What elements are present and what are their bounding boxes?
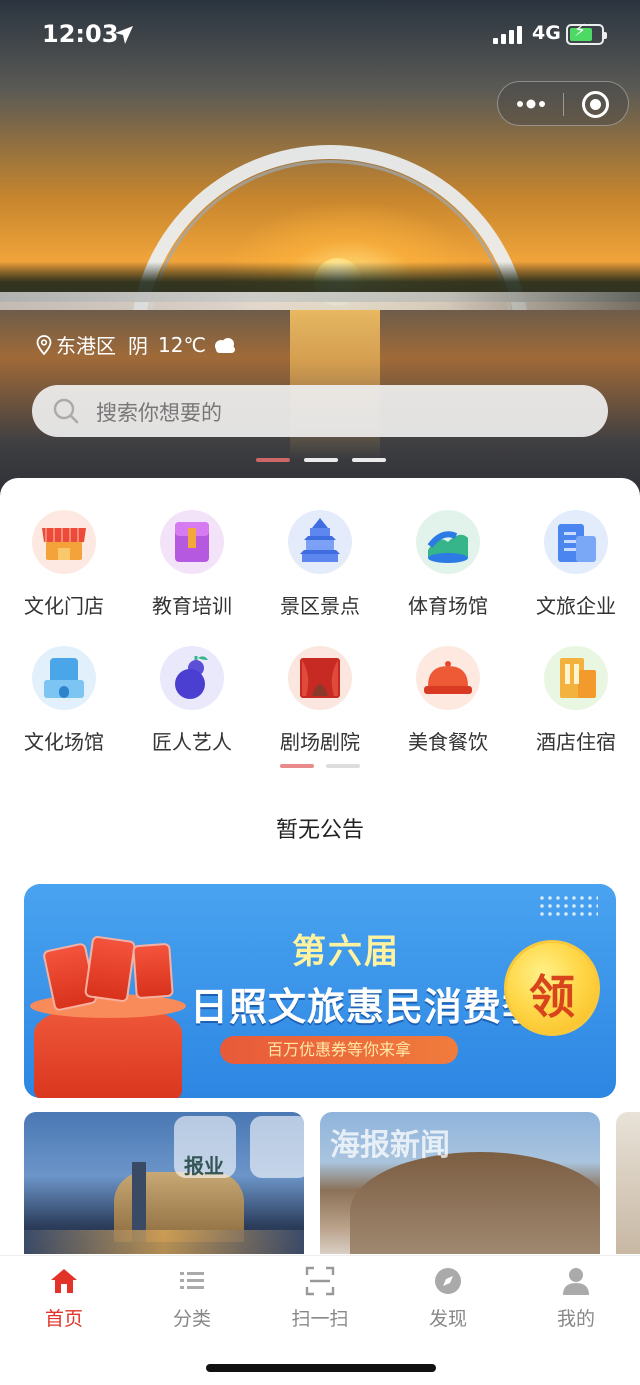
main-content: 文化门店 教育培训 景区景点 体育场馆 文旅企业 文化场馆 匠人艺人 剧场剧院 … [0, 478, 640, 1385]
category-page-indicator [280, 764, 360, 768]
carousel-dot [304, 458, 338, 462]
close-miniprogram-icon[interactable] [582, 91, 609, 118]
battery-icon: ⚡ [566, 23, 607, 45]
search-placeholder: 搜索你想要的 [96, 401, 222, 425]
category-label: 剧场剧院 [280, 730, 360, 754]
category-label: 文化场馆 [24, 730, 104, 754]
tab-label: 扫一扫 [291, 1308, 349, 1330]
page-dot [326, 764, 360, 768]
location-arrow-icon [115, 26, 133, 44]
treasure-pot [34, 1004, 182, 1098]
cloud-icon [214, 337, 235, 353]
category-juchang-juyuan[interactable]: 剧场剧院 [256, 646, 384, 766]
home-indicator [206, 1364, 436, 1372]
category-meishi-canyin[interactable]: 美食餐饮 [384, 646, 512, 766]
banner-title: 日照文旅惠民消费季 [190, 985, 542, 1029]
category-label: 体育场馆 [408, 594, 488, 618]
photo-card-mountain[interactable]: 海报新闻 [320, 1112, 600, 1254]
banner-subtitle: 百万优惠券等你来拿 [220, 1036, 458, 1064]
red-envelope-icon [132, 942, 174, 1000]
search-bar[interactable]: 搜索你想要的 [32, 385, 608, 437]
category-jiangren-yiren[interactable]: 匠人艺人 [128, 646, 256, 766]
temple-icon [288, 510, 352, 574]
category-tiyu-changguan[interactable]: 体育场馆 [384, 510, 512, 630]
announcement: 暂无公告 [275, 818, 364, 843]
book-icon [160, 510, 224, 574]
weather-info: 东港区 阴 12℃ [36, 330, 238, 359]
person-icon [563, 1268, 589, 1295]
venue-icon [32, 646, 96, 710]
storefront-icon [32, 510, 96, 574]
capsule-divider [563, 93, 564, 116]
status-time: 12:03 [42, 20, 119, 48]
hotel-icon [544, 646, 608, 710]
miniprogram-capsule [497, 81, 629, 126]
hero-banner[interactable]: 12:03 4G ⚡ 东港区 阴 12℃ 搜索你想要的 [0, 0, 640, 500]
tab-label: 分类 [172, 1308, 211, 1330]
scan-icon [305, 1266, 335, 1296]
tab-scan[interactable]: 扫一扫 [256, 1266, 384, 1336]
category-wenhua-mendian[interactable]: 文化门店 [0, 510, 128, 630]
city-lights [24, 1230, 304, 1254]
watermark-logo-2 [250, 1116, 304, 1178]
page-dot [280, 764, 314, 768]
signal-icon [493, 26, 522, 44]
home-icon [51, 1269, 77, 1293]
tab-discover[interactable]: 发现 [384, 1266, 512, 1336]
category-jingqu-jingdian[interactable]: 景区景点 [256, 510, 384, 630]
more-icon[interactable] [513, 90, 549, 118]
compass-icon [435, 1268, 461, 1294]
category-label: 教育培训 [152, 594, 232, 618]
banner-edition: 第六届 [292, 932, 400, 972]
search-icon [53, 398, 79, 424]
promo-banner[interactable]: 第六届 日照文旅惠民消费季 百万优惠券等你来拿 领 [24, 884, 616, 1098]
carousel-dot [352, 458, 386, 462]
pier [0, 292, 640, 310]
theater-curtain-icon [288, 646, 352, 710]
office-building-icon [544, 510, 608, 574]
category-label: 美食餐饮 [408, 730, 488, 754]
category-jiudian-zhusu[interactable]: 酒店住宿 [512, 646, 640, 766]
status-bar: 12:03 4G ⚡ [0, 0, 640, 70]
photo-card-hotel[interactable]: 报业 [24, 1112, 304, 1254]
hero-carousel-indicator [256, 458, 386, 462]
weather-condition: 阴 [128, 334, 148, 358]
gourd-icon [160, 646, 224, 710]
weather-location: 东港区 [56, 334, 116, 358]
network-type: 4G [532, 22, 561, 44]
watermark-text: 报业 [184, 1154, 224, 1178]
list-icon [180, 1272, 204, 1289]
tab-mine[interactable]: 我的 [512, 1266, 640, 1336]
weather-temperature: 12℃ [158, 332, 206, 357]
category-wenlv-qiye[interactable]: 文旅企业 [512, 510, 640, 630]
category-jiaoyu-peixun[interactable]: 教育培训 [128, 510, 256, 630]
claim-coin[interactable]: 领 [504, 940, 600, 1036]
tab-label: 我的 [556, 1308, 595, 1330]
carousel-dot [256, 458, 290, 462]
category-label: 景区景点 [280, 594, 360, 618]
category-label: 酒店住宿 [536, 730, 616, 754]
tab-label: 首页 [44, 1308, 83, 1330]
claim-badge-label: 领 [529, 970, 575, 1024]
red-envelope-icon [83, 935, 137, 1003]
category-wenhua-changguan[interactable]: 文化场馆 [0, 646, 128, 766]
photo-strip: 报业 海报新闻 [0, 1112, 640, 1254]
category-label: 匠人艺人 [152, 730, 232, 754]
photo-card-partial[interactable] [616, 1112, 640, 1254]
watermark-text: 海报新闻 [330, 1128, 450, 1163]
tab-label: 发现 [428, 1308, 467, 1330]
category-label: 文旅企业 [536, 594, 616, 618]
location-pin-icon [36, 334, 52, 355]
tab-home[interactable]: 首页 [0, 1266, 128, 1336]
hill-shape [350, 1152, 600, 1254]
category-label: 文化门店 [24, 594, 104, 618]
tab-category[interactable]: 分类 [128, 1266, 256, 1336]
food-cloche-icon [416, 646, 480, 710]
decorative-dots [538, 894, 598, 918]
stadium-icon [416, 510, 480, 574]
